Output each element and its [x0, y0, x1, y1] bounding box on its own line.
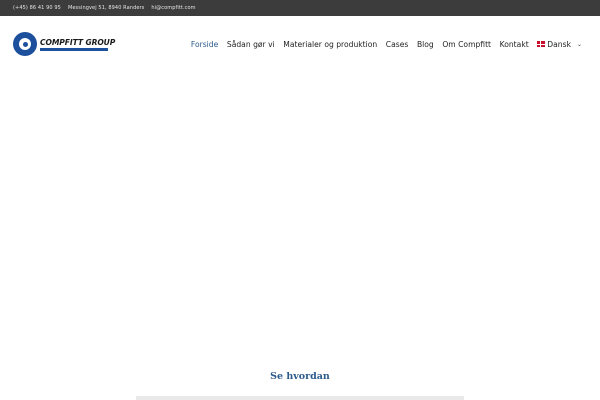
chevron-down-icon: ⌄ — [576, 40, 582, 48]
main-nav: Forside Sådan gør vi Materialer og produ… — [182, 32, 600, 56]
site-header: COMPFITT GROUP Forside Sådan gør vi Mate… — [0, 16, 600, 71]
hero-area — [0, 71, 600, 361]
phone-link[interactable]: (+45) 86 41 90 95 — [13, 5, 61, 11]
logo-text: COMPFITT GROUP — [40, 37, 116, 47]
nav-item-om-compfitt[interactable]: Om Compfitt — [442, 40, 491, 49]
nav-item-materialer-og-produktion[interactable]: Materialer og produktion — [283, 40, 377, 49]
top-info-bar: (+45) 86 41 90 95 Messingvej 51, 8940 Ra… — [0, 0, 600, 16]
nav-item-cases[interactable]: Cases — [386, 40, 409, 49]
denmark-flag-icon — [537, 41, 546, 47]
logo-wordmark: COMPFITT GROUP — [40, 38, 115, 51]
nav-item-forside[interactable]: Forside — [191, 40, 218, 49]
email-link[interactable]: hi@compfitt.com — [151, 5, 195, 11]
video-preview[interactable] — [136, 396, 464, 400]
nav-item-kontakt[interactable]: Kontakt — [500, 40, 529, 49]
logo-mark-icon — [13, 32, 37, 56]
nav-item-sadan-gor-vi[interactable]: Sådan gør vi — [227, 40, 275, 49]
logo-underline — [40, 47, 108, 51]
logo[interactable]: COMPFITT GROUP — [13, 32, 115, 56]
nav-item-blog[interactable]: Blog — [417, 40, 434, 49]
language-switcher[interactable]: Dansk ⌄ — [537, 40, 582, 49]
section-title: Se hvordan — [270, 371, 330, 382]
address-text: Messingvej 51, 8940 Randers — [67, 5, 145, 11]
language-label: Dansk — [547, 39, 571, 49]
